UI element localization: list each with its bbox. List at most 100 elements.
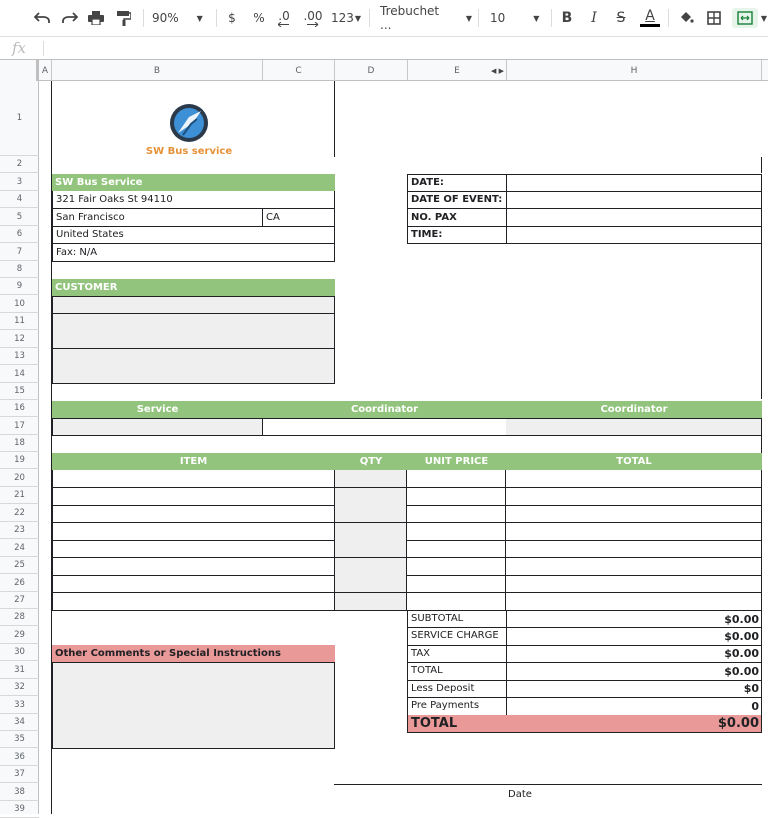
column-header-h[interactable]: H	[507, 60, 762, 81]
row-header-39[interactable]: 39	[0, 801, 39, 818]
column-header-d[interactable]: D	[335, 60, 408, 81]
italic-button[interactable]: I	[584, 8, 604, 28]
redo-icon[interactable]	[60, 8, 80, 28]
unit-price-cell[interactable]	[407, 540, 506, 558]
row-header-38[interactable]: 38	[0, 783, 39, 801]
total-cell[interactable]	[506, 575, 762, 593]
font-size-select[interactable]: 10 ▼	[490, 8, 548, 28]
number-format-select[interactable]: 123 ▼	[329, 8, 363, 28]
row-header-7[interactable]: 7	[0, 243, 39, 261]
row-header-30[interactable]: 30	[0, 644, 39, 661]
item-cell[interactable]	[52, 470, 335, 488]
coordinator-field-1[interactable]	[263, 418, 507, 436]
total-cell[interactable]	[506, 522, 762, 541]
row-header-34[interactable]: 34	[0, 714, 39, 731]
company-street[interactable]: 321 Fair Oaks St 94110	[52, 191, 335, 209]
paint-format-icon[interactable]	[114, 8, 134, 28]
less-deposit-value[interactable]: $0	[506, 680, 762, 698]
print-icon[interactable]	[86, 8, 106, 28]
qty-cell[interactable]	[335, 540, 407, 558]
row-header-5[interactable]: 5	[0, 208, 39, 226]
row-header-2[interactable]: 2	[0, 156, 39, 173]
sheet-grid[interactable]: SW Bus service SW Bus Service 321 Fair O…	[40, 81, 768, 814]
currency-format-button[interactable]: $	[222, 8, 242, 28]
tax-value[interactable]: $0.00	[506, 645, 762, 663]
unit-price-cell[interactable]	[407, 470, 506, 488]
grand-total-value[interactable]: $0.00	[506, 715, 762, 733]
row-header-17[interactable]: 17	[0, 417, 39, 435]
row-header-10[interactable]: 10	[0, 295, 39, 313]
row-header-4[interactable]: 4	[0, 191, 39, 208]
item-cell[interactable]	[52, 557, 335, 576]
row-header-13[interactable]: 13	[0, 348, 39, 365]
total-cell[interactable]	[506, 487, 762, 506]
row-header-23[interactable]: 23	[0, 522, 39, 539]
column-header-c[interactable]: C	[263, 60, 335, 81]
qty-cell[interactable]	[335, 522, 407, 541]
row-header-24[interactable]: 24	[0, 539, 39, 557]
customer-field[interactable]	[52, 366, 335, 384]
row-header-11[interactable]: 11	[0, 313, 39, 330]
row-header-32[interactable]: 32	[0, 679, 39, 696]
coordinator-field-2[interactable]	[506, 418, 762, 436]
customer-field[interactable]	[52, 296, 335, 314]
item-cell[interactable]	[52, 487, 335, 506]
company-fax[interactable]: Fax: N/A	[52, 244, 335, 262]
chevron-down-icon[interactable]: ▼	[760, 8, 768, 28]
row-header-21[interactable]: 21	[0, 487, 39, 504]
event-date-field[interactable]	[506, 174, 762, 192]
row-header-20[interactable]: 20	[0, 469, 39, 487]
total-cell[interactable]	[506, 470, 762, 488]
row-header-16[interactable]: 16	[0, 400, 39, 417]
decrease-decimal-button[interactable]: .0	[273, 8, 295, 28]
row-header-15[interactable]: 15	[0, 383, 39, 400]
row-header-27[interactable]: 27	[0, 592, 39, 609]
qty-cell[interactable]	[335, 505, 407, 523]
borders-icon[interactable]	[704, 8, 724, 28]
row-header-29[interactable]: 29	[0, 626, 39, 644]
qty-cell[interactable]	[335, 470, 407, 488]
total-cell[interactable]	[506, 540, 762, 558]
total-value[interactable]: $0.00	[506, 662, 762, 681]
row-header-33[interactable]: 33	[0, 696, 39, 714]
merge-cells-icon[interactable]	[732, 8, 758, 28]
row-header-14[interactable]: 14	[0, 365, 39, 383]
qty-cell[interactable]	[335, 487, 407, 506]
customer-field[interactable]	[52, 313, 335, 332]
item-cell[interactable]	[52, 505, 335, 523]
undo-icon[interactable]	[32, 8, 52, 28]
row-header-18[interactable]: 18	[0, 435, 39, 452]
company-country[interactable]: United States	[52, 227, 335, 244]
unit-price-cell[interactable]	[407, 505, 506, 523]
row-header-35[interactable]: 35	[0, 731, 39, 748]
service-field[interactable]	[52, 418, 263, 436]
qty-cell[interactable]	[335, 592, 407, 611]
item-cell[interactable]	[52, 575, 335, 593]
qty-cell[interactable]	[335, 557, 407, 576]
fill-color-icon[interactable]	[676, 8, 696, 28]
total-cell[interactable]	[506, 592, 762, 611]
row-header-37[interactable]: 37	[0, 766, 39, 783]
subtotal-value[interactable]: $0.00	[506, 610, 762, 628]
unit-price-cell[interactable]	[407, 557, 506, 576]
unit-price-cell[interactable]	[407, 522, 506, 541]
service-charge-value[interactable]: $0.00	[506, 627, 762, 646]
text-color-button[interactable]: A	[638, 8, 662, 28]
unit-price-cell[interactable]	[407, 575, 506, 593]
select-all-corner[interactable]	[0, 60, 39, 81]
total-cell[interactable]	[506, 557, 762, 576]
row-header-25[interactable]: 25	[0, 557, 39, 574]
item-cell[interactable]	[52, 592, 335, 611]
hidden-columns-arrows-icon[interactable]: ◀ ▶	[491, 67, 504, 75]
company-city[interactable]: San Francisco	[52, 209, 263, 227]
row-header-8[interactable]: 8	[0, 261, 39, 278]
font-family-select[interactable]: Trebuchet ... ▼	[380, 4, 472, 32]
customer-field[interactable]	[52, 348, 335, 367]
percent-format-button[interactable]: %	[249, 8, 269, 28]
event-date-of-event-field[interactable]	[506, 191, 762, 209]
total-cell[interactable]	[506, 505, 762, 523]
row-header-9[interactable]: 9	[0, 278, 39, 295]
row-header-31[interactable]: 31	[0, 661, 39, 679]
bold-button[interactable]: B	[557, 8, 577, 28]
unit-price-cell[interactable]	[407, 487, 506, 506]
